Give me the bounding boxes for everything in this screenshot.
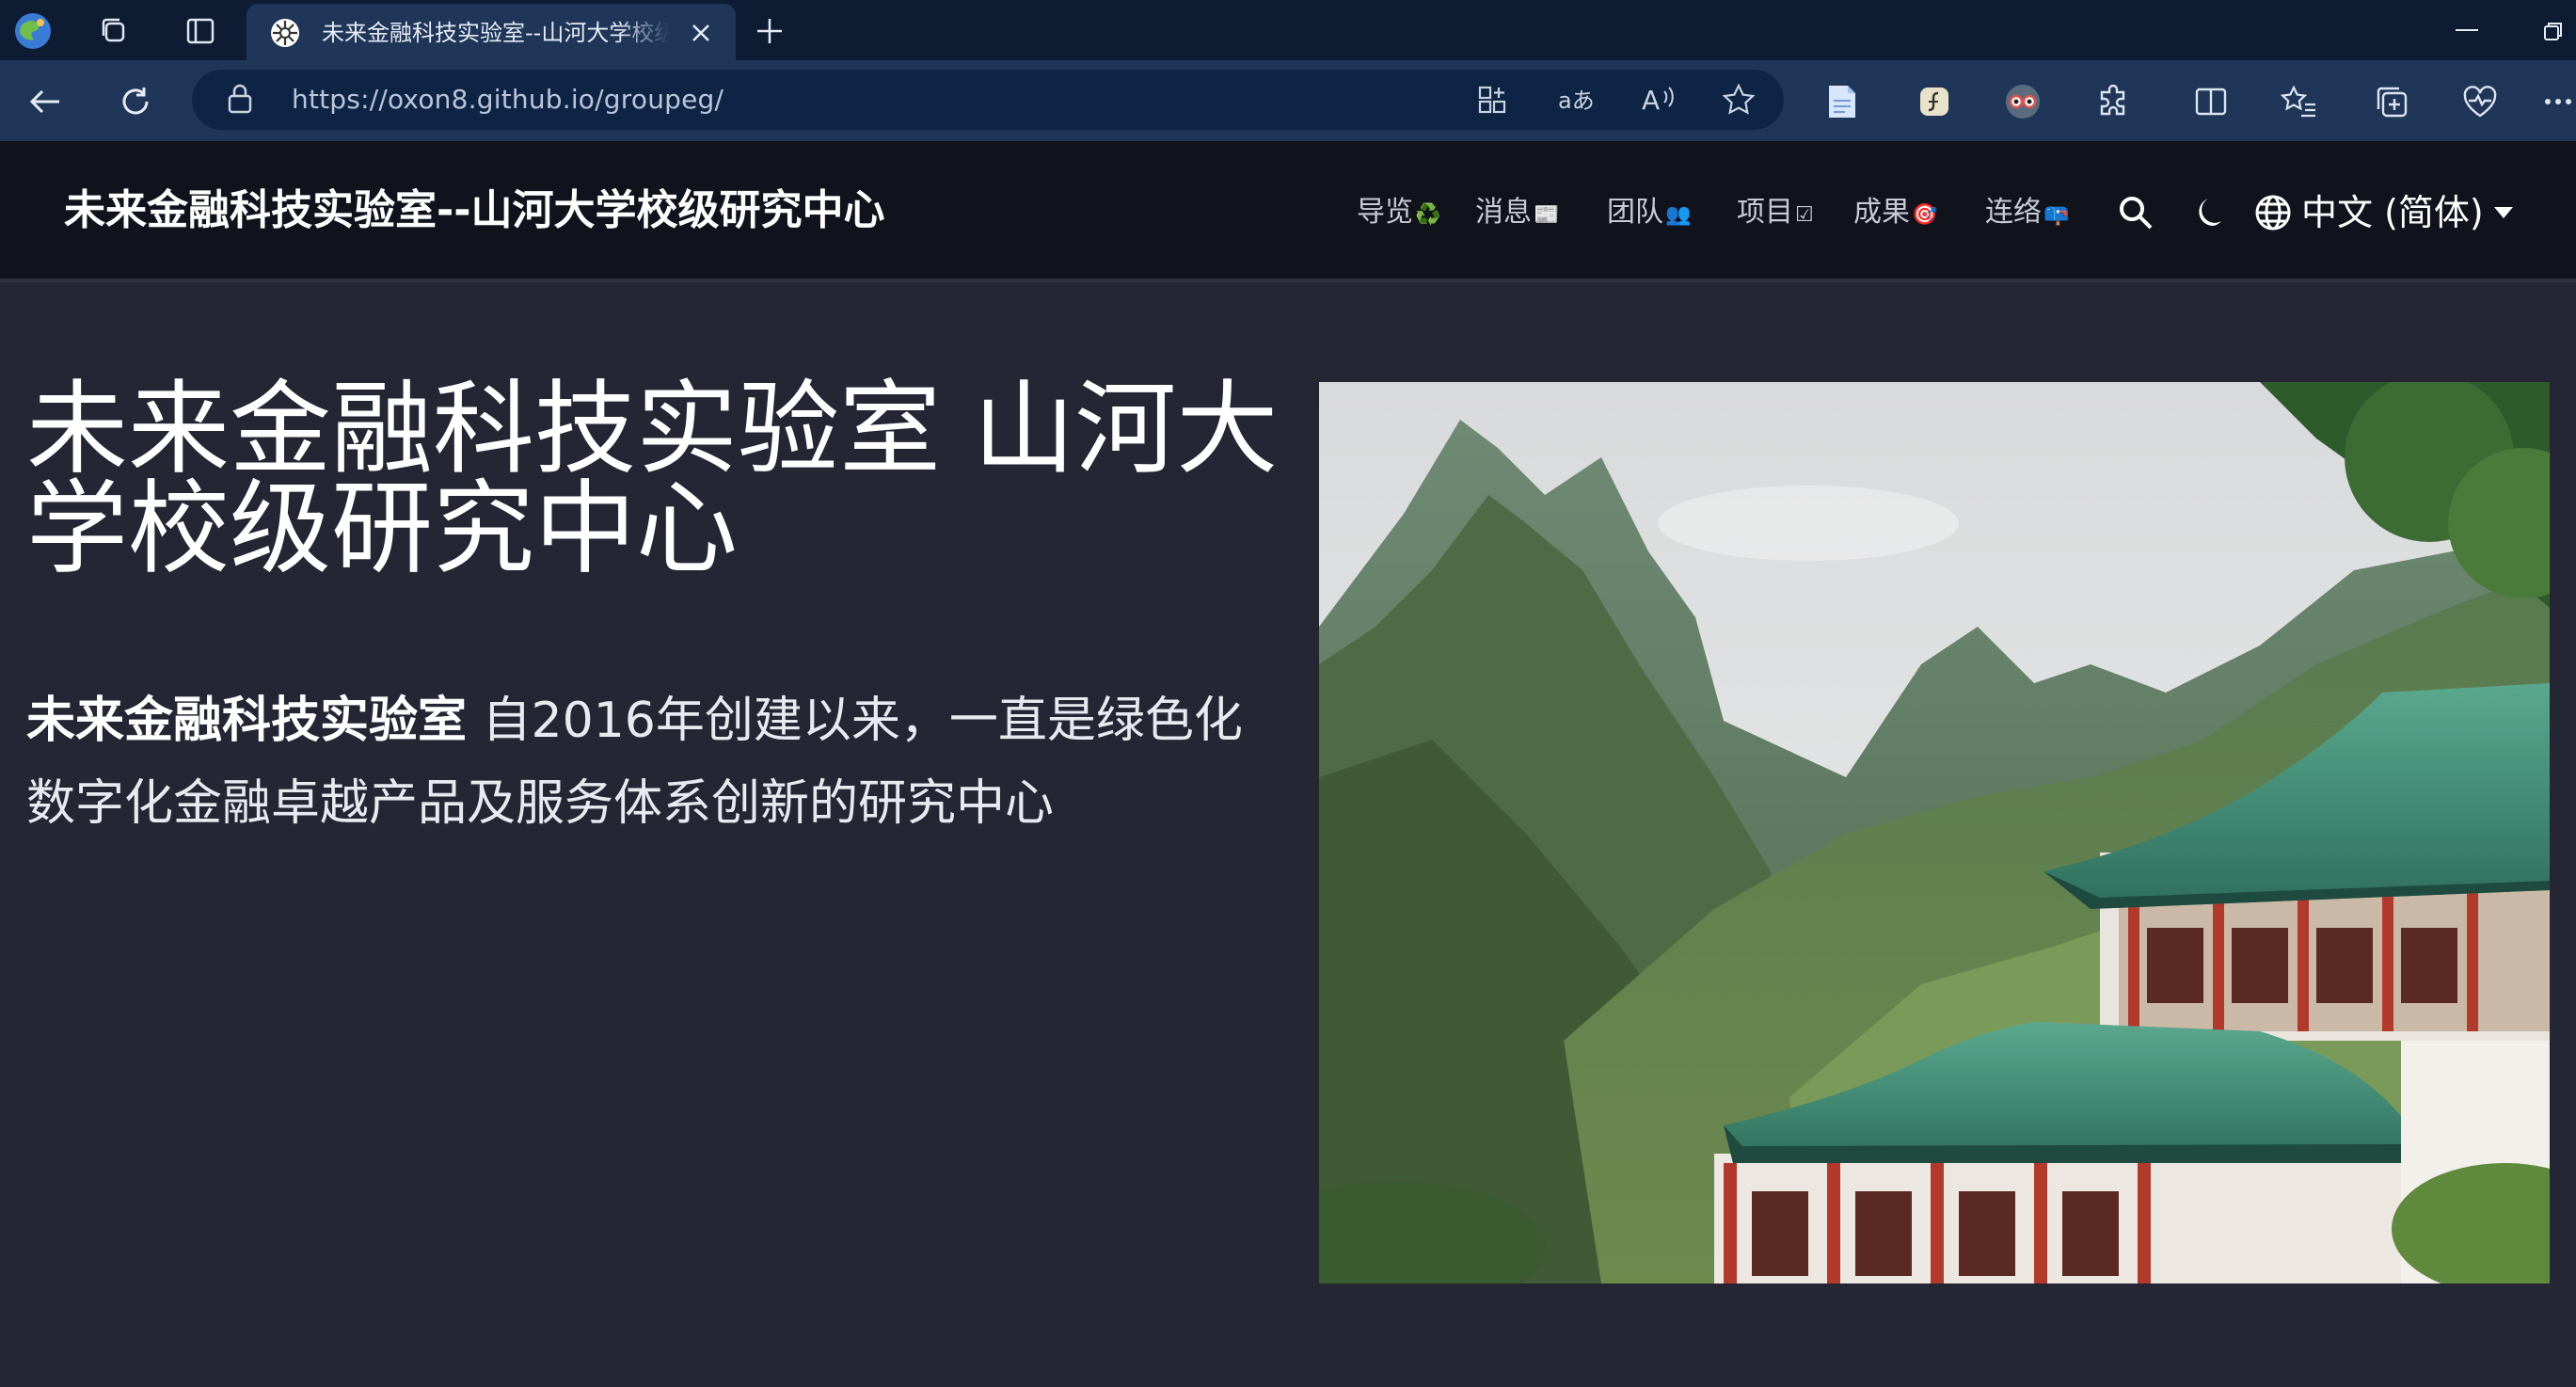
- browser-profile-icon[interactable]: [11, 9, 55, 53]
- nav-item-contact[interactable]: 连络📪: [1985, 192, 2069, 233]
- hero-lead-bold: 未来金融科技实验室: [26, 693, 468, 749]
- new-tab-button[interactable]: [748, 9, 791, 53]
- refresh-button[interactable]: [113, 79, 158, 124]
- site-favicon-icon: [269, 17, 301, 49]
- svg-text:A: A: [1642, 85, 1660, 116]
- active-tab[interactable]: 未来金融科技实验室--山河大学校级研究中心: [246, 4, 736, 60]
- site-title[interactable]: 未来金融科技实验室--山河大学校级研究中心: [64, 184, 885, 237]
- back-button[interactable]: [23, 79, 68, 124]
- tab-title: 未来金融科技实验室--山河大学校级研究中心: [322, 20, 670, 46]
- nav-item-news[interactable]: 消息📰: [1475, 192, 1559, 233]
- script-icon[interactable]: [1912, 79, 1957, 124]
- language-selector[interactable]: 中文 (简体): [2254, 188, 2514, 237]
- nav-item-overview[interactable]: 导览♻️: [1357, 192, 1440, 233]
- newspaper-icon: 📰: [1534, 203, 1560, 227]
- address-bar[interactable]: https://oxon8.github.io/groupeg/ aあ A: [192, 70, 1784, 130]
- browser-toolbar: https://oxon8.github.io/groupeg/ aあ A: [0, 60, 2576, 175]
- dark-mode-moon-icon[interactable]: [2185, 190, 2230, 235]
- vertical-tabs-icon[interactable]: [179, 9, 222, 53]
- globe-icon: [2254, 194, 2292, 231]
- nav-label: 连络: [1985, 196, 2042, 229]
- url-text[interactable]: https://oxon8.github.io/groupeg/: [292, 83, 724, 117]
- extensions-icon[interactable]: [2091, 79, 2136, 124]
- nav-item-publications[interactable]: 成果🎯: [1853, 192, 1937, 233]
- hero-image: [1319, 382, 2550, 1283]
- nav-label: 成果: [1853, 196, 1910, 229]
- minimize-button[interactable]: [2439, 9, 2495, 53]
- nav-label: 消息: [1475, 196, 1532, 229]
- nav-item-team[interactable]: 团队👥: [1607, 192, 1691, 233]
- favorites-icon[interactable]: [2277, 79, 2322, 124]
- search-icon[interactable]: [2113, 190, 2158, 235]
- notes-icon[interactable]: [1820, 79, 1865, 124]
- nav-label: 项目: [1737, 196, 1793, 229]
- collections-icon[interactable]: [2369, 79, 2414, 124]
- checkbox-icon: ☑: [1795, 203, 1814, 227]
- read-aloud-icon[interactable]: A: [1639, 81, 1680, 119]
- more-icon[interactable]: [2540, 79, 2576, 124]
- lock-icon[interactable]: [226, 83, 258, 117]
- caret-down-icon: [2493, 206, 2514, 219]
- mailbox-icon: 📪: [2043, 203, 2070, 227]
- recycle-icon: ♻️: [1415, 203, 1441, 227]
- people-icon: 👥: [1665, 203, 1692, 227]
- close-tab-icon[interactable]: [685, 17, 717, 49]
- nav-item-projects[interactable]: 项目☑: [1737, 192, 1814, 233]
- avatar-ext-icon[interactable]: [2000, 79, 2045, 124]
- url-path: /groupeg/: [595, 84, 724, 115]
- hero-heading: 未来金融科技实验室 山河大学校级研究中心: [26, 371, 1279, 588]
- target-icon: 🎯: [1912, 203, 1938, 227]
- nav-label: 导览: [1357, 196, 1413, 229]
- app-available-icon[interactable]: [1471, 81, 1513, 119]
- workspaces-icon[interactable]: [92, 9, 135, 53]
- browser-tab-bar: 未来金融科技实验室--山河大学校级研究中心: [0, 0, 2576, 60]
- url-host: https://oxon8.github.io: [292, 84, 596, 115]
- language-label: 中文 (简体): [2301, 192, 2484, 233]
- split-screen-icon[interactable]: [2188, 79, 2234, 124]
- browser-essentials-icon[interactable]: [2457, 79, 2503, 124]
- site-navbar: 未来金融科技实验室--山河大学校级研究中心 导览♻️ 消息📰 团队👥 项目☑ 成…: [0, 141, 2576, 282]
- restore-button[interactable]: [2531, 9, 2576, 53]
- svg-text:aあ: aあ: [1558, 88, 1595, 114]
- favorite-star-icon[interactable]: [1718, 81, 1759, 119]
- hero-lead: 未来金融科技实验室 自2016年创建以来，一直是绿色化数字化金融卓越产品及服务体…: [26, 679, 1268, 845]
- nav-label: 团队: [1607, 196, 1663, 229]
- translate-icon[interactable]: aあ: [1556, 81, 1598, 119]
